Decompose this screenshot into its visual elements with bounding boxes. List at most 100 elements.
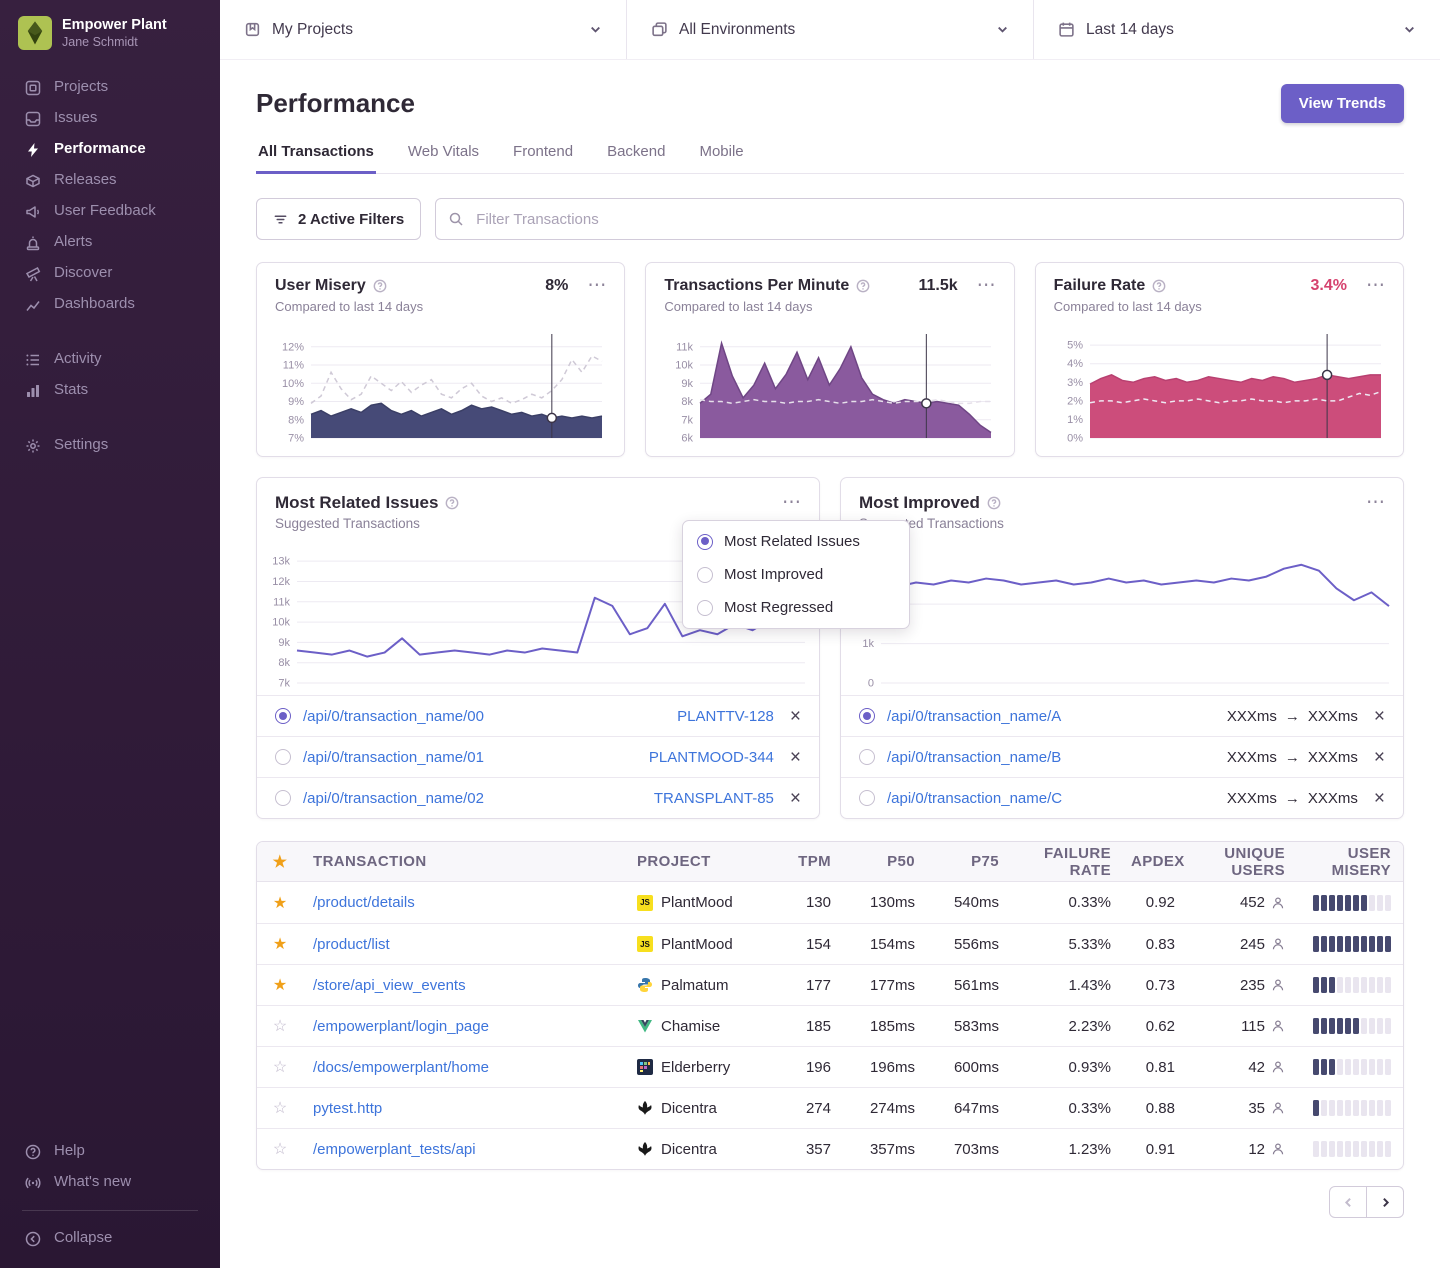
related-transaction-list: /api/0/transaction_name/00 PLANTTV-128 /… [257, 695, 819, 818]
tab-mobile[interactable]: Mobile [697, 143, 745, 174]
radio-button[interactable] [275, 708, 291, 724]
org-switcher[interactable]: Empower Plant Jane Schmidt [0, 0, 220, 56]
failure-rate-card: Failure Rate 3.4% Compared to last 14 da… [1035, 262, 1404, 457]
duration-after: XXXms [1308, 708, 1358, 725]
overflow-menu-icon[interactable] [1366, 497, 1385, 508]
close-icon[interactable] [790, 707, 801, 726]
sidebar-item-collapse[interactable]: Collapse [0, 1223, 220, 1254]
chevron-down-icon [996, 23, 1009, 36]
radio-button[interactable] [859, 790, 875, 806]
transaction-link[interactable]: /product/list [313, 936, 390, 953]
sidebar-item-activity[interactable]: Activity [0, 344, 220, 375]
card-value: 11.5k [919, 277, 958, 295]
transaction-link[interactable]: /api/0/transaction_name/01 [303, 749, 484, 766]
overflow-menu-icon[interactable] [1366, 280, 1385, 291]
search-input[interactable] [435, 198, 1404, 240]
sidebar-item-discover[interactable]: Discover [0, 258, 220, 289]
radio-button[interactable] [275, 790, 291, 806]
svg-text:2%: 2% [1067, 395, 1083, 407]
transaction-link[interactable]: pytest.http [313, 1100, 382, 1117]
star-icon[interactable] [273, 1059, 287, 1076]
previous-page-button[interactable] [1329, 1186, 1367, 1218]
view-trends-button[interactable]: View Trends [1281, 84, 1404, 123]
p75-value: 540ms [925, 894, 1009, 911]
sidebar-item-help[interactable]: Help [0, 1136, 220, 1167]
sidebar-item-whats-new[interactable]: What's new [0, 1167, 220, 1198]
transaction-link[interactable]: /empowerplant/login_page [313, 1018, 489, 1035]
tab-backend[interactable]: Backend [605, 143, 667, 174]
user-name: Jane Schmidt [62, 35, 167, 49]
star-icon[interactable] [273, 1018, 287, 1035]
star-icon[interactable] [273, 936, 287, 953]
menu-item-most-related-issues[interactable]: Most Related Issues [683, 525, 909, 558]
column-header: P50 [841, 853, 925, 870]
content: Performance View Trends All Transactions… [220, 60, 1440, 1268]
overflow-menu-icon[interactable] [587, 280, 606, 291]
menu-item-most-improved[interactable]: Most Improved [683, 558, 909, 591]
tab-web-vitals[interactable]: Web Vitals [406, 143, 481, 174]
transaction-link[interactable]: /api/0/transaction_name/A [887, 708, 1061, 725]
table-row: /empowerplant/login_page Chamise 185 185… [257, 1005, 1403, 1046]
close-icon[interactable] [1374, 748, 1385, 767]
radio-button[interactable] [859, 749, 875, 765]
user-icon [1271, 1101, 1285, 1115]
sidebar-item-settings[interactable]: Settings [0, 430, 220, 461]
transaction-link[interactable]: /empowerplant_tests/api [313, 1141, 476, 1158]
star-icon[interactable] [273, 1100, 287, 1117]
sidebar-item-performance[interactable]: Performance [0, 134, 220, 165]
daterange-selector[interactable]: Last 14 days [1033, 0, 1440, 59]
sidebar-item-alerts[interactable]: Alerts [0, 227, 220, 258]
close-icon[interactable] [790, 748, 801, 767]
question-icon[interactable] [987, 496, 1001, 510]
transaction-link[interactable]: /api/0/transaction_name/00 [303, 708, 484, 725]
card-title: Most Related Issues [275, 493, 438, 513]
transaction-link[interactable]: /store/api_view_events [313, 977, 466, 994]
close-icon[interactable] [790, 789, 801, 808]
close-icon[interactable] [1374, 707, 1385, 726]
next-page-button[interactable] [1366, 1186, 1404, 1218]
sidebar-item-dashboards[interactable]: Dashboards [0, 289, 220, 320]
question-icon[interactable] [445, 496, 459, 510]
issue-link[interactable]: PLANTTV-128 [677, 708, 774, 725]
svg-text:3%: 3% [1067, 377, 1083, 389]
issue-link[interactable]: PLANTMOOD-344 [649, 749, 774, 766]
environment-selector[interactable]: All Environments [626, 0, 1033, 59]
radio-button[interactable] [275, 749, 291, 765]
overflow-menu-icon[interactable] [782, 497, 801, 508]
svg-text:1k: 1k [862, 638, 874, 650]
transaction-link[interactable]: /api/0/transaction_name/02 [303, 790, 484, 807]
transaction-link[interactable]: /api/0/transaction_name/C [887, 790, 1062, 807]
active-filters-button[interactable]: 2 Active Filters [256, 198, 421, 240]
transaction-link[interactable]: /docs/empowerplant/home [313, 1059, 489, 1076]
radio-button[interactable] [859, 708, 875, 724]
overflow-menu-icon[interactable] [977, 280, 996, 291]
sidebar-item-user-feedback[interactable]: User Feedback [0, 196, 220, 227]
issue-link[interactable]: TRANSPLANT-85 [654, 790, 774, 807]
sidebar-item-stats[interactable]: Stats [0, 375, 220, 406]
arrow-right-icon [1285, 749, 1300, 766]
menu-item-most-regressed[interactable]: Most Regressed [683, 591, 909, 624]
sidebar-item-releases[interactable]: Releases [0, 165, 220, 196]
sidebar-item-issues[interactable]: Issues [0, 103, 220, 134]
transaction-link[interactable]: /api/0/transaction_name/B [887, 749, 1061, 766]
star-icon[interactable] [273, 977, 287, 994]
transaction-search [435, 198, 1404, 240]
user-icon [1271, 896, 1285, 910]
p50-value: 196ms [841, 1059, 925, 1076]
question-icon[interactable] [373, 279, 387, 293]
star-icon[interactable] [273, 895, 287, 912]
tab-frontend[interactable]: Frontend [511, 143, 575, 174]
table-body: /product/details JSPlantMood 130 130ms 5… [257, 882, 1403, 1169]
star-icon[interactable] [273, 1141, 287, 1158]
apdex-value: 0.83 [1121, 936, 1185, 953]
alerts-icon [24, 234, 41, 251]
transaction-link[interactable]: /product/details [313, 894, 415, 911]
project-selector[interactable]: My Projects [220, 0, 626, 59]
sidebar-item-projects[interactable]: Projects [0, 72, 220, 103]
close-icon[interactable] [1374, 789, 1385, 808]
card-subtitle: Suggested Transactions [841, 513, 1403, 531]
question-icon[interactable] [856, 279, 870, 293]
card-subtitle: Compared to last 14 days [275, 299, 606, 314]
tab-all-transactions[interactable]: All Transactions [256, 143, 376, 174]
question-icon[interactable] [1152, 279, 1166, 293]
